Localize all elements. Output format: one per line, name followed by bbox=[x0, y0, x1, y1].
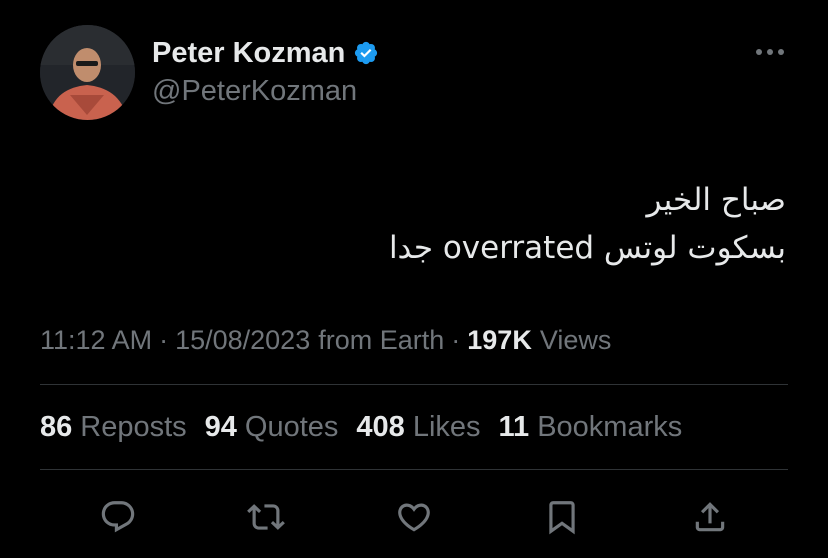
share-icon[interactable] bbox=[686, 493, 734, 541]
likes-count: 408 bbox=[356, 410, 405, 443]
bookmarks-count: 11 bbox=[498, 410, 530, 443]
verified-badge-icon bbox=[355, 41, 378, 65]
like-icon[interactable] bbox=[390, 493, 438, 541]
tweet-line-1: صباح الخير bbox=[646, 182, 786, 218]
user-handle[interactable]: @PeterKozman bbox=[152, 75, 357, 108]
views-count: 197K bbox=[467, 324, 532, 355]
engagement-stats: 86 Reposts 94 Quotes 408 Likes 11 Bookma… bbox=[40, 406, 700, 448]
bookmarks-label: Bookmarks bbox=[537, 410, 683, 443]
separator-dot: · bbox=[159, 324, 169, 355]
quotes-label: Quotes bbox=[244, 410, 339, 443]
divider bbox=[40, 469, 788, 470]
bookmarks-stat[interactable]: 11 Bookmarks bbox=[499, 411, 683, 444]
avatar[interactable] bbox=[40, 25, 135, 120]
author-name-row: Peter Kozman bbox=[152, 34, 379, 72]
reply-icon[interactable] bbox=[94, 493, 142, 541]
likes-stat[interactable]: 408 Likes bbox=[356, 411, 480, 444]
reposts-count: 86 bbox=[40, 410, 73, 443]
tweet-date[interactable]: 15/08/2023 bbox=[175, 325, 310, 356]
quotes-count: 94 bbox=[204, 410, 237, 443]
bookmark-icon[interactable] bbox=[538, 493, 586, 541]
likes-label: Likes bbox=[412, 410, 481, 443]
tweet-time[interactable]: 11:12 AM bbox=[40, 325, 152, 356]
tweet-text: صباح الخير بسكوت لوتس overrated جدا bbox=[86, 176, 786, 272]
repost-icon[interactable] bbox=[242, 493, 290, 541]
reposts-label: Reposts bbox=[80, 410, 187, 443]
tweet-source: from Earth bbox=[318, 324, 445, 355]
views-label: Views bbox=[539, 324, 612, 355]
display-name[interactable]: Peter Kozman bbox=[152, 37, 345, 70]
divider bbox=[40, 384, 788, 385]
reposts-stat[interactable]: 86 Reposts bbox=[40, 411, 187, 444]
separator-dot: · bbox=[451, 324, 461, 355]
tweet-metadata: 11:12 AM · 15/08/2023 from Earth · 197K … bbox=[40, 320, 611, 360]
more-options-icon[interactable] bbox=[752, 40, 788, 64]
action-bar bbox=[0, 493, 828, 543]
tweet-line-2: بسكوت لوتس overrated جدا bbox=[388, 230, 786, 266]
quotes-stat[interactable]: 94 Quotes bbox=[205, 411, 339, 444]
